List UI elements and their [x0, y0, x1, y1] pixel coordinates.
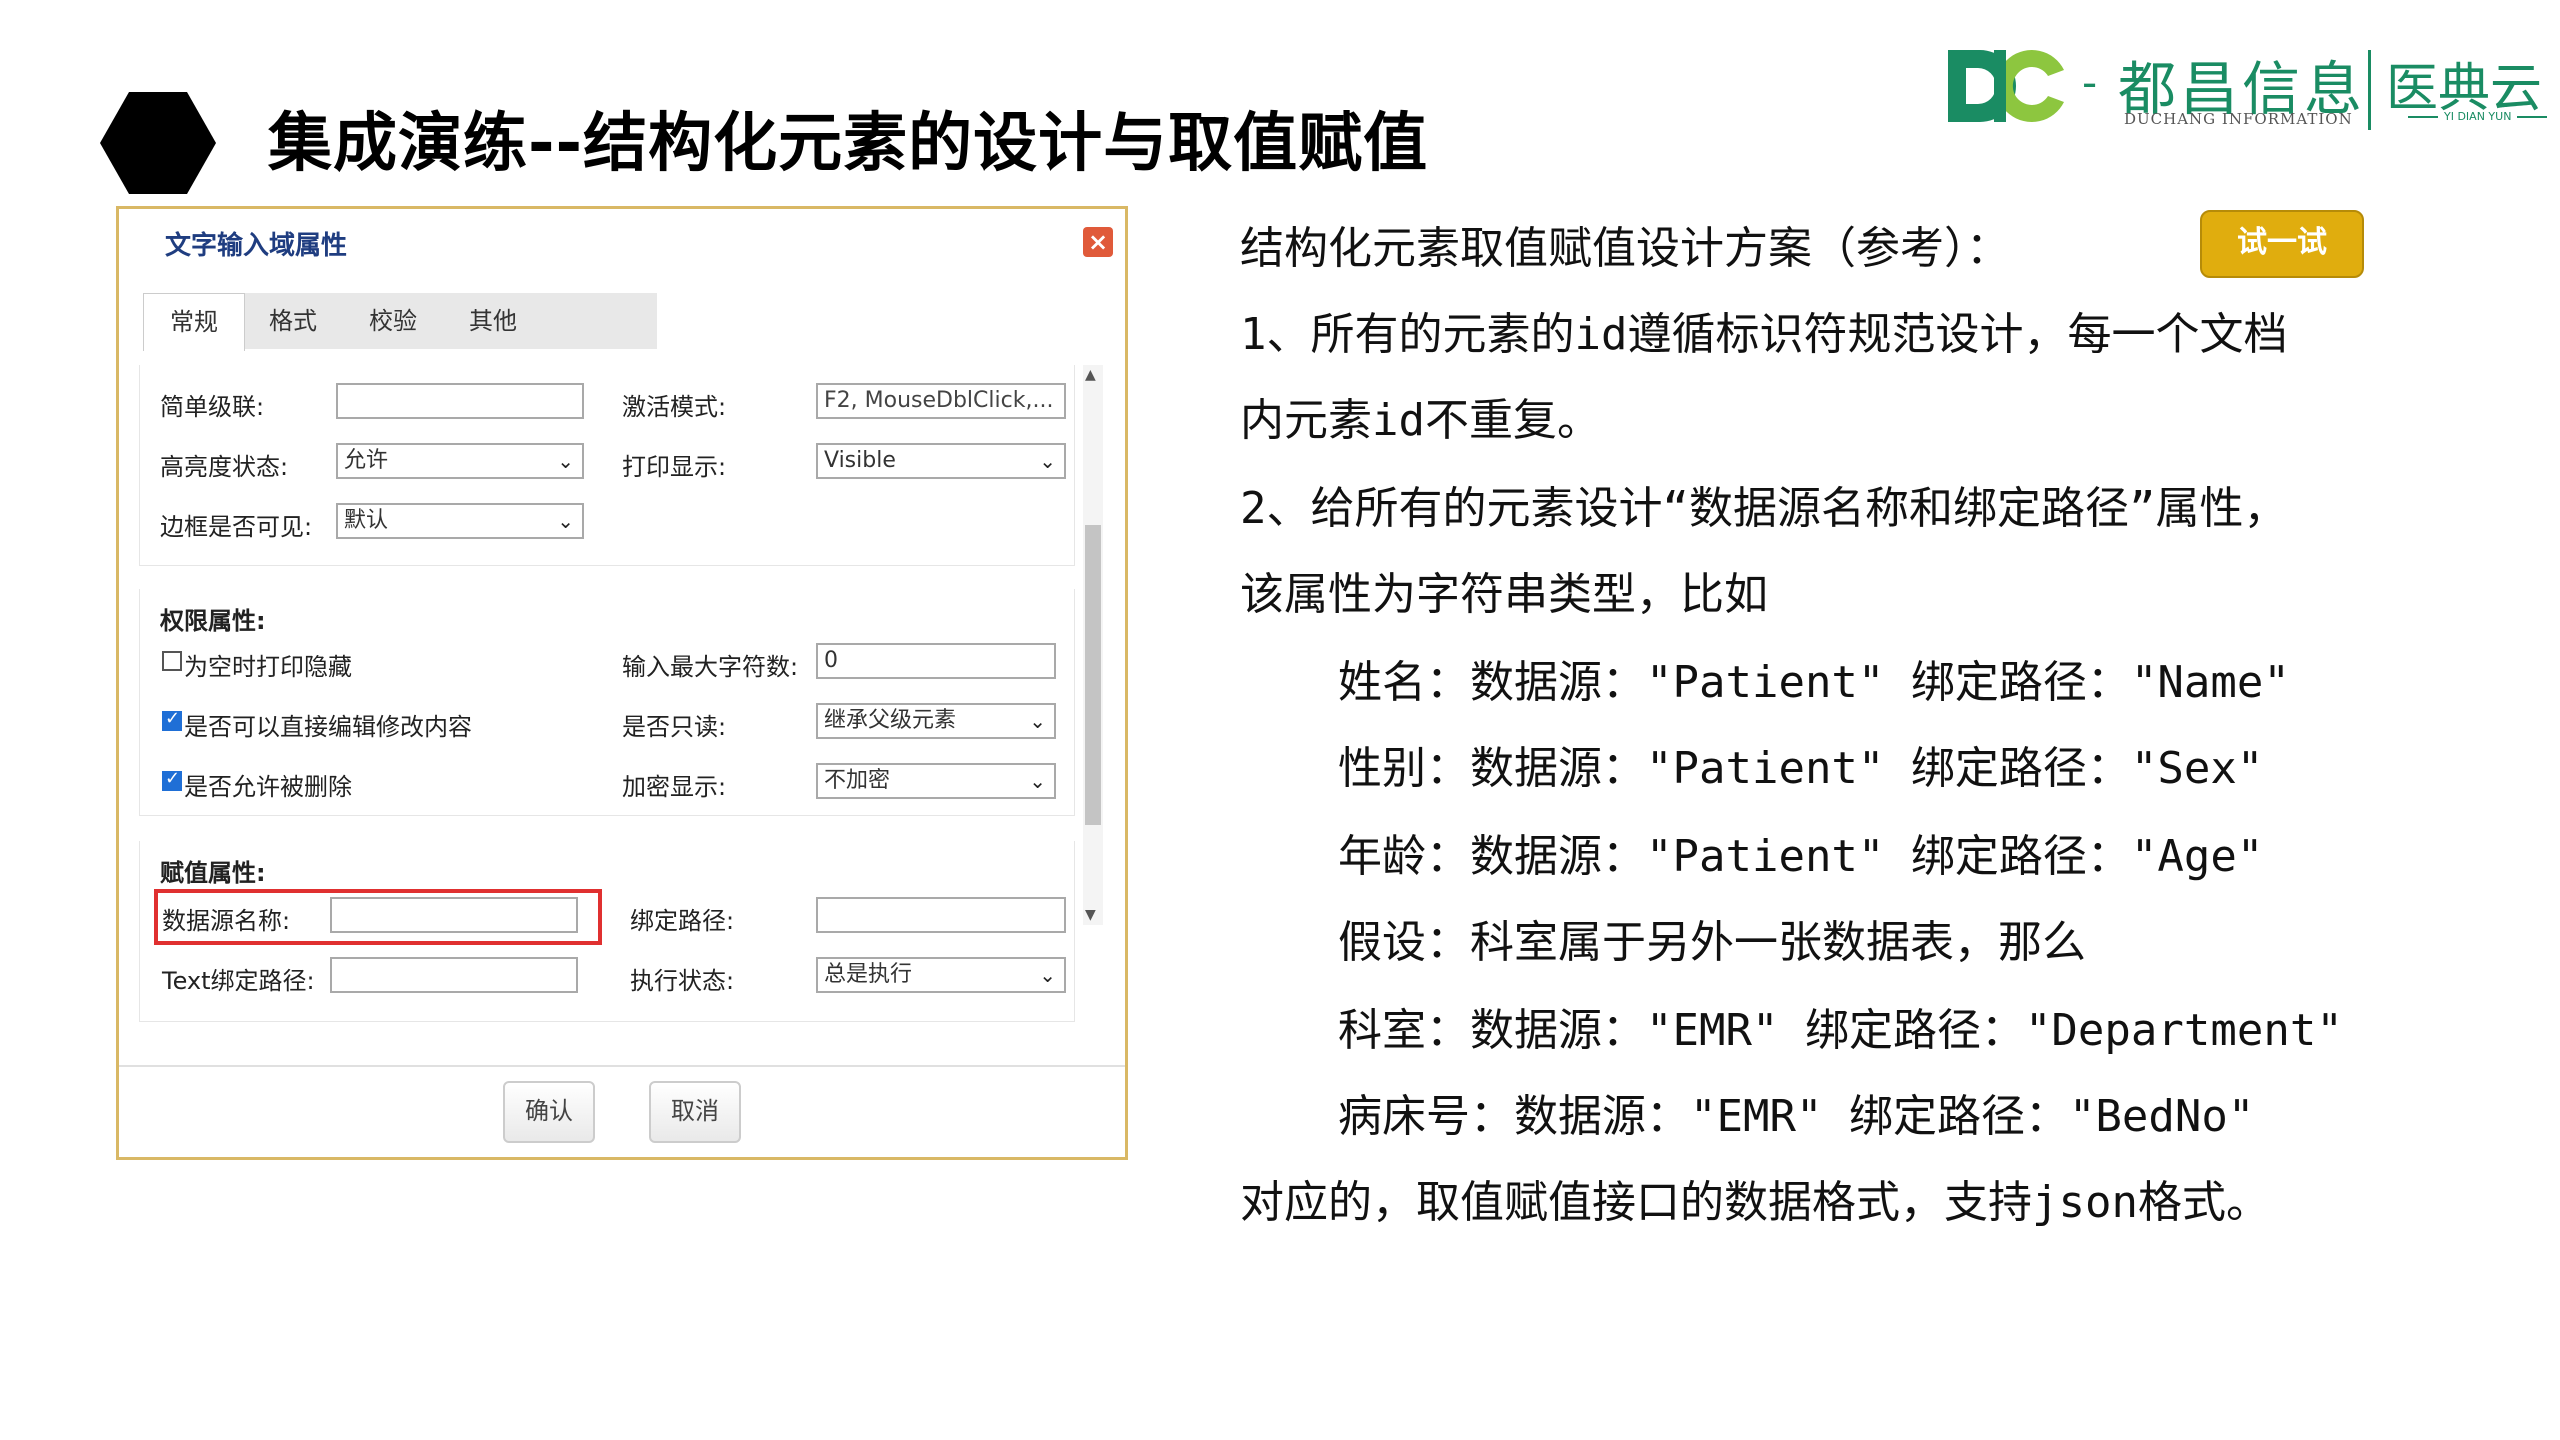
- logo-divider: [2368, 50, 2371, 130]
- print-display-label: 打印显示:: [622, 453, 727, 481]
- vertical-scrollbar[interactable]: ▲ ▼: [1083, 365, 1103, 925]
- simple-cascade-label: 简单级联:: [160, 393, 265, 421]
- point-2-line-b: 该属性为字符串类型，比如: [1240, 569, 1768, 620]
- tab-general[interactable]: 常规: [143, 293, 245, 351]
- assignment-section-title: 赋值属性:: [160, 859, 266, 887]
- chevron-down-icon: ⌄: [1039, 449, 1056, 473]
- activate-mode-input[interactable]: F2, MouseDblClick,...: [816, 383, 1066, 419]
- assumption-line: 假设：科室属于另外一张数据表，那么: [1338, 917, 2086, 968]
- deletable-checkbox[interactable]: [162, 768, 182, 791]
- hide-when-empty-label: 为空时打印隐藏: [184, 653, 352, 681]
- example-age: 年龄：数据源："Patient" 绑定路径："Age": [1338, 831, 2264, 882]
- example-department: 科室：数据源："EMR" 绑定路径："Department": [1338, 1005, 2343, 1056]
- max-chars-input[interactable]: 0: [816, 643, 1056, 679]
- border-visible-select[interactable]: 默认 ⌄: [336, 503, 584, 539]
- permission-panel: 权限属性: 为空时打印隐藏 输入最大字符数: 0 是否可以直接编辑修改内容 是否…: [139, 589, 1075, 816]
- text-bind-path-label: Text绑定路径:: [162, 967, 315, 995]
- tab-format[interactable]: 格式: [243, 293, 343, 349]
- example-name: 姓名：数据源："Patient" 绑定路径："Name": [1338, 657, 2290, 708]
- dialog-title: 文字输入域属性: [165, 231, 348, 261]
- encrypt-label: 加密显示:: [622, 773, 727, 801]
- logo-dash: -: [2082, 58, 2098, 107]
- example-sex: 性别：数据源："Patient" 绑定路径："Sex": [1338, 743, 2264, 794]
- chevron-down-icon: ⌄: [557, 449, 574, 473]
- dialog-titlebar: 文字输入域属性 ×: [119, 209, 1125, 269]
- assignment-panel: 赋值属性: 数据源名称: 绑定路径: Text绑定路径: 执行状态: 总是执行 …: [139, 841, 1075, 1022]
- deletable-label: 是否允许被删除: [184, 773, 352, 801]
- scrollbar-thumb[interactable]: [1085, 525, 1101, 825]
- properties-scroll-area: 简单级联: 激活模式: F2, MouseDblClick,... 高亮度状态:…: [119, 365, 1125, 1067]
- cancel-button[interactable]: 取消: [649, 1081, 741, 1143]
- editable-checkbox[interactable]: [162, 708, 182, 731]
- point-2-line-a: 2、给所有的元素设计“数据源名称和绑定路径”属性，: [1240, 483, 2288, 534]
- tab-validation[interactable]: 校验: [343, 293, 443, 349]
- point-1-line-a: 1、所有的元素的id遵循标识符规范设计，每一个文档: [1240, 309, 2288, 360]
- text-bind-path-input[interactable]: [330, 957, 578, 993]
- logo-product-en: YI DIAN YUN: [2402, 110, 2553, 123]
- scroll-down-icon[interactable]: ▼: [1085, 907, 1096, 923]
- permission-section-title: 权限属性:: [160, 607, 266, 635]
- dialog-body: 常规 格式 校验 其他 简单级联: 激活模式: F2, MouseDblClic…: [119, 269, 1125, 1067]
- scroll-up-icon[interactable]: ▲: [1085, 367, 1096, 383]
- border-visible-value: 默认: [344, 508, 389, 533]
- title-hexagon-icon: [100, 92, 216, 194]
- bind-path-input[interactable]: [816, 897, 1066, 933]
- hide-when-empty-checkbox[interactable]: [162, 651, 182, 671]
- exec-state-select[interactable]: 总是执行 ⌄: [816, 957, 1066, 993]
- slide-title: 集成演练--结构化元素的设计与取值赋值: [268, 107, 1429, 181]
- highlight-state-select[interactable]: 允许 ⌄: [336, 443, 584, 479]
- chevron-down-icon: ⌄: [557, 509, 574, 533]
- print-display-value: Visible: [824, 448, 896, 473]
- exec-state-label: 执行状态:: [630, 967, 735, 995]
- chevron-down-icon: ⌄: [1029, 769, 1046, 793]
- print-display-select[interactable]: Visible ⌄: [816, 443, 1066, 479]
- dialog-footer: 确认 取消: [119, 1065, 1125, 1157]
- border-visible-label: 边框是否可见:: [160, 513, 313, 541]
- editable-label: 是否可以直接编辑修改内容: [184, 713, 472, 741]
- company-logo: - 都昌信息 DUCHANG INFORMATION 医典云 YI DIAN Y…: [1940, 40, 2550, 140]
- closing-line: 对应的，取值赋值接口的数据格式，支持json格式。: [1240, 1177, 2270, 1228]
- activate-mode-label: 激活模式:: [622, 393, 727, 421]
- ok-button[interactable]: 确认: [503, 1081, 595, 1143]
- readonly-label: 是否只读:: [622, 713, 727, 741]
- text-field-properties-dialog: 文字输入域属性 × 常规 格式 校验 其他 简单级联: 激活模式: F2, Mo…: [116, 206, 1128, 1160]
- tab-other[interactable]: 其他: [443, 293, 543, 349]
- general-panel: 简单级联: 激活模式: F2, MouseDblClick,... 高亮度状态:…: [139, 365, 1075, 566]
- point-1-line-b: 内元素id不重复。: [1240, 395, 1601, 446]
- logo-company-en: DUCHANG INFORMATION: [2124, 110, 2353, 128]
- exec-state-value: 总是执行: [824, 962, 913, 987]
- highlight-state-label: 高亮度状态:: [160, 453, 289, 481]
- design-heading: 结构化元素取值赋值设计方案（参考）：: [1240, 223, 2010, 274]
- max-chars-label: 输入最大字符数:: [622, 653, 799, 681]
- tab-bar: 常规 格式 校验 其他: [143, 293, 657, 351]
- encrypt-select[interactable]: 不加密 ⌄: [816, 763, 1056, 799]
- readonly-select[interactable]: 继承父级元素 ⌄: [816, 703, 1056, 739]
- bind-path-label: 绑定路径:: [630, 907, 735, 935]
- datasource-input[interactable]: [330, 897, 578, 933]
- chevron-down-icon: ⌄: [1029, 709, 1046, 733]
- try-it-button[interactable]: 试一试: [2200, 210, 2364, 278]
- example-bedno: 病床号：数据源："EMR" 绑定路径："BedNo": [1338, 1091, 2255, 1142]
- datasource-label: 数据源名称:: [162, 907, 291, 935]
- dc-logo-icon: [1948, 50, 2064, 123]
- encrypt-value: 不加密: [824, 768, 891, 793]
- simple-cascade-input[interactable]: [336, 383, 584, 419]
- readonly-value: 继承父级元素: [824, 708, 957, 733]
- highlight-state-value: 允许: [344, 448, 389, 473]
- close-icon[interactable]: ×: [1083, 227, 1113, 257]
- chevron-down-icon: ⌄: [1039, 963, 1056, 987]
